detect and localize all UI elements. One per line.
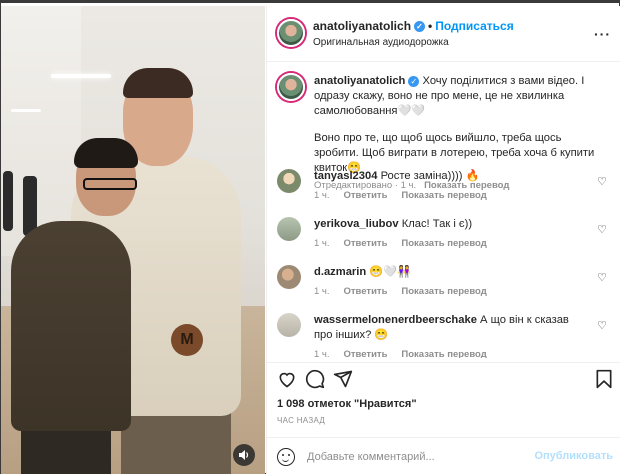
add-comment-bar: Опубликовать (267, 437, 620, 474)
ceiling-light (51, 74, 111, 78)
verified-badge-icon: ✓ (414, 21, 426, 33)
share-icon[interactable] (333, 369, 353, 393)
post-details-panel: anatoliyanatolich ✓ • Подписаться Оригиналь… (266, 6, 620, 474)
heart-icon[interactable] (277, 369, 297, 393)
author-line: anatoliyanatolich ✓ • Подписаться (313, 19, 514, 33)
comment-username[interactable]: yerikova_liubov (314, 218, 399, 230)
comment-username[interactable]: tanyasl2304 (314, 170, 377, 182)
translate-link[interactable]: Показать перевод (401, 190, 486, 201)
comment-text: Росте заміна)))) 🔥 (380, 170, 480, 182)
original-audio-link[interactable]: Оригинальная аудиодорожка (313, 37, 449, 48)
post-actions-bar (267, 362, 620, 396)
comment-time[interactable]: 1 ч. (314, 190, 330, 201)
likes-count[interactable]: 1 098 отметок "Нравится" (277, 398, 417, 410)
comment-item: tanyasl2304 Росте заміна)))) 🔥 1 ч. Ответ… (277, 169, 611, 209)
commenter-avatar[interactable] (277, 265, 301, 289)
comment-time[interactable]: 1 ч. (314, 349, 330, 358)
commenter-avatar[interactable] (277, 217, 301, 241)
comment-item: d.azmarin 😁🤍👭 1 ч. Ответить Показать перев… (277, 265, 611, 305)
author-username[interactable]: anatoliyanatolich (313, 19, 411, 33)
author-avatar[interactable] (277, 73, 305, 101)
comment-like-heart-icon[interactable]: ♡ (597, 319, 607, 332)
comment-text: Клас! Так і є)) (401, 218, 473, 230)
bookmark-icon[interactable] (595, 369, 613, 393)
comment-body: yerikova_liubov Клас! Так і є)) 1 ч. Отве… (314, 217, 584, 251)
translate-link[interactable]: Показать перевод (401, 238, 486, 249)
caption-username[interactable]: anatoliyanatolich (314, 75, 405, 87)
man-figure-hair (123, 68, 193, 98)
hoodie-logo-patch: M (171, 324, 203, 356)
comment-time[interactable]: 1 ч. (314, 238, 330, 249)
translate-link[interactable]: Показать перевод (401, 286, 486, 297)
comment-like-heart-icon[interactable]: ♡ (597, 175, 607, 188)
comments-list[interactable]: anatoliyanatolich ✓ Хочу поділитися з вам… (267, 63, 620, 358)
publish-button[interactable]: Опубликовать (534, 450, 613, 462)
instagram-post-window: M anatoliyanatolich ✓ • Подписаться Оригина… (0, 0, 620, 474)
comment-username[interactable]: wassermelonenerdbeerschake (314, 314, 477, 326)
comment-like-heart-icon[interactable]: ♡ (597, 223, 607, 236)
comment-body: wassermelonenerdbeerschake А що він к ск… (314, 313, 584, 358)
background-person (3, 171, 13, 231)
comment-body: d.azmarin 😁🤍👭 1 ч. Ответить Показать перев… (314, 265, 584, 299)
sound-toggle-button[interactable] (233, 444, 255, 466)
ceiling-light (11, 109, 41, 112)
post-header: anatoliyanatolich ✓ • Подписаться Оригиналь… (267, 6, 620, 62)
translate-link[interactable]: Показать перевод (401, 349, 486, 358)
comment-body: tanyasl2304 Росте заміна)))) 🔥 1 ч. Ответ… (314, 169, 584, 203)
separator-dot: • (428, 19, 433, 33)
follow-button[interactable]: Подписаться (435, 19, 513, 33)
comment-text: 😁🤍👭 (369, 266, 412, 278)
commenter-avatar[interactable] (277, 169, 301, 193)
comment-time[interactable]: 1 ч. (314, 286, 330, 297)
more-options-icon[interactable]: ··· (594, 26, 611, 42)
post-video[interactable]: M (1, 6, 265, 474)
boy-figure-glasses (83, 178, 137, 190)
background-wall (1, 6, 81, 256)
emoji-icon[interactable] (277, 448, 295, 466)
comment-input[interactable] (307, 447, 527, 467)
reply-button[interactable]: Ответить (344, 238, 388, 249)
boy-figure-body (11, 221, 131, 431)
reply-button[interactable]: Ответить (344, 349, 388, 358)
speaker-icon (239, 450, 249, 460)
comment-username[interactable]: d.azmarin (314, 266, 366, 278)
reply-button[interactable]: Ответить (344, 286, 388, 297)
comment-item: wassermelonenerdbeerschake А що він к ск… (277, 313, 611, 358)
verified-badge-icon: ✓ (408, 75, 420, 87)
comment-item: yerikova_liubov Клас! Так і є)) 1 ч. Отве… (277, 217, 611, 257)
comment-like-heart-icon[interactable]: ♡ (597, 271, 607, 284)
comment-icon[interactable] (305, 369, 325, 393)
author-avatar[interactable] (277, 19, 305, 47)
commenter-avatar[interactable] (277, 313, 301, 337)
boy-figure-hair (74, 138, 138, 168)
post-timestamp: ЧАС НАЗАД (277, 416, 326, 425)
reply-button[interactable]: Ответить (344, 190, 388, 201)
